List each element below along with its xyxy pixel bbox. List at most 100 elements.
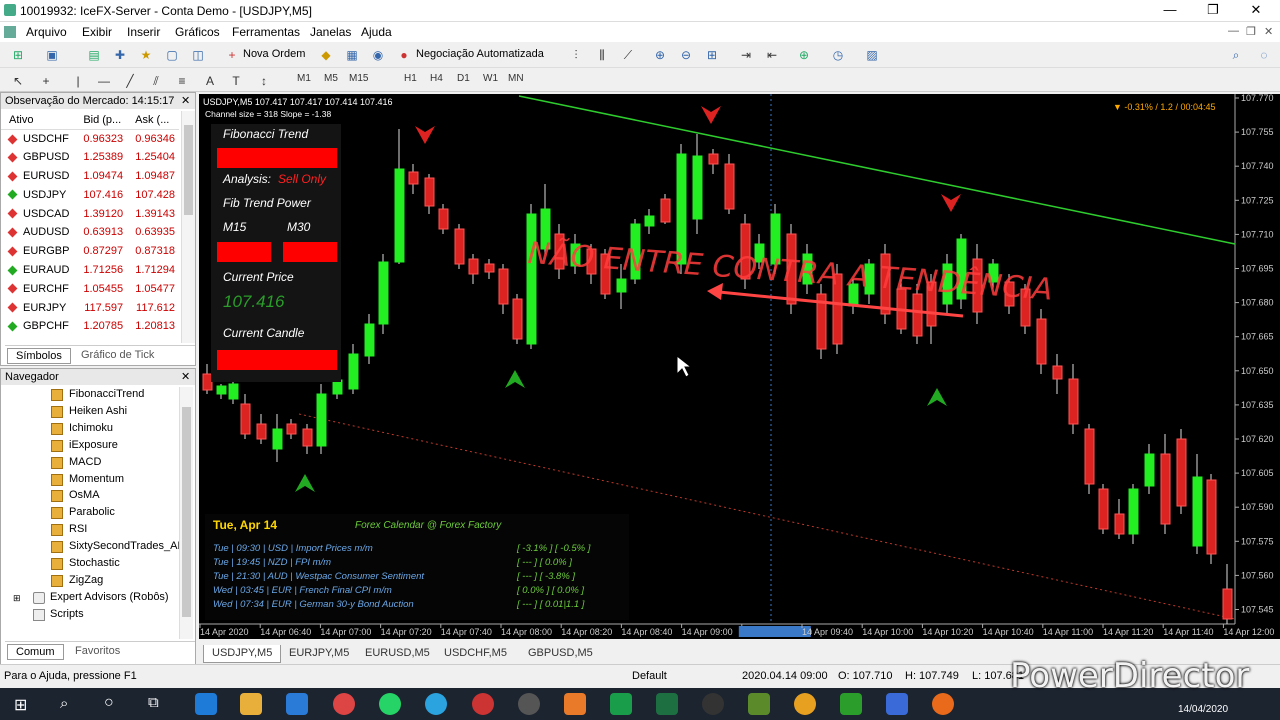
nav-indicator-item[interactable]: Stochastic (51, 557, 120, 574)
text-icon[interactable]: A (202, 73, 218, 89)
camtasia-icon[interactable] (610, 693, 632, 715)
tf-m15[interactable]: M15 (349, 73, 368, 84)
line-chart-icon[interactable]: ⟋ (620, 47, 636, 63)
chart-shift-icon[interactable]: ⇤ (764, 47, 780, 63)
cursor-icon[interactable]: ↖ (10, 73, 26, 89)
row-symbol[interactable]: EURJPY (1, 298, 75, 317)
market-watch-row[interactable]: AUDUSD 0.63913 0.63935 (1, 223, 179, 242)
app-icon-15[interactable] (840, 693, 862, 715)
nav-indicator-item[interactable]: Parabolic (51, 506, 115, 523)
navigator-icon[interactable]: ★ (138, 47, 154, 63)
templates-icon[interactable]: ▨ (864, 47, 880, 63)
chart-tab-eurjpy[interactable]: EURJPY,M5 (281, 645, 357, 663)
autoscroll-icon[interactable]: ⇥ (738, 47, 754, 63)
market-watch-row[interactable]: GBPUSD 1.25389 1.25404 (1, 148, 179, 167)
chart-tab-eurusd[interactable]: EURUSD,M5 (357, 645, 438, 663)
tf-mn[interactable]: MN (508, 73, 524, 84)
price-chart[interactable]: 107.770 107.755 107.740 107.725 107.710 107.6… (199, 94, 1280, 639)
data-window-icon[interactable]: ✚ (112, 47, 128, 63)
excel-icon[interactable] (656, 693, 678, 715)
new-order-icon[interactable]: + (224, 47, 240, 63)
row-symbol[interactable]: EURCHF (1, 279, 75, 298)
menu-ferramentas[interactable]: Ferramentas (232, 25, 300, 39)
channel-icon[interactable]: ⫽ (148, 73, 164, 89)
nav-scripts[interactable]: Scripts (50, 608, 84, 620)
market-watch-scrollbar[interactable] (181, 111, 195, 343)
menu-janelas[interactable]: Janelas (310, 25, 351, 39)
close-button[interactable]: ✕ (1236, 2, 1276, 18)
tf-m1[interactable]: M1 (297, 73, 311, 84)
col-ask[interactable]: Ask (... (127, 111, 179, 130)
market-watch-row[interactable]: EURCHF 1.05455 1.05477 (1, 279, 179, 298)
terminal-icon[interactable]: ▢ (164, 47, 180, 63)
vertical-line-icon[interactable]: | (70, 73, 86, 89)
nav-indicator-item[interactable]: SixtySecondTrades_AI (51, 540, 180, 557)
metatrader-icon[interactable] (886, 693, 908, 715)
close-icon[interactable]: ✕ (181, 94, 190, 107)
telegram-icon[interactable] (425, 693, 447, 715)
nav-indicator-item[interactable]: iExposure (51, 439, 118, 456)
row-symbol[interactable]: EURAUD (1, 261, 75, 280)
row-symbol[interactable]: GBPCHF (1, 317, 75, 336)
chart-tab-usdchf[interactable]: USDCHF,M5 (436, 645, 515, 663)
opera-icon[interactable] (472, 693, 494, 715)
nav-indicator-item[interactable]: ZigZag (51, 574, 103, 591)
navigator-scrollbar[interactable] (179, 387, 193, 639)
app-icon-17[interactable] (932, 693, 954, 715)
edge-icon[interactable] (195, 693, 217, 715)
obs-icon[interactable] (518, 693, 540, 715)
expand-icon[interactable]: ⊞ (13, 593, 21, 604)
app-icon-13[interactable] (748, 693, 770, 715)
market-watch-row[interactable]: EURUSD 1.09474 1.09487 (1, 167, 179, 186)
tester-icon[interactable]: ◫ (190, 47, 206, 63)
tf-d1[interactable]: D1 (457, 73, 470, 84)
menu-inserir[interactable]: Inserir (127, 25, 160, 39)
market-watch-icon[interactable]: ▤ (86, 47, 102, 63)
market-watch-row[interactable]: USDJPY 107.416 107.428 (1, 185, 179, 204)
close-icon[interactable]: ✕ (181, 370, 190, 383)
auto-trading-icon[interactable]: ● (396, 47, 412, 63)
tab-simbolos[interactable]: Símbolos (7, 348, 71, 364)
market-watch-row[interactable]: EURGBP 0.87297 0.87318 (1, 242, 179, 261)
trendline-icon[interactable]: ╱ (122, 73, 138, 89)
firefox-icon[interactable] (564, 693, 586, 715)
signals-icon[interactable]: ▦ (344, 47, 360, 63)
tf-m5[interactable]: M5 (324, 73, 338, 84)
nav-indicator-item[interactable]: Ichimoku (51, 422, 113, 439)
menu-exibir[interactable]: Exibir (82, 25, 112, 39)
mdi-minimize-icon[interactable]: — (1228, 25, 1239, 37)
tab-favoritos[interactable]: Favoritos (75, 645, 120, 657)
market-watch-row[interactable]: EURAUD 1.71256 1.71294 (1, 261, 179, 280)
search-icon[interactable]: ⌕ (60, 695, 68, 712)
indicators-icon[interactable]: ⊕ (796, 47, 812, 63)
app-icon-12[interactable] (702, 693, 724, 715)
whatsapp-icon[interactable] (379, 693, 401, 715)
arrows-icon[interactable]: ↕ (256, 73, 272, 89)
nav-expert-advisors[interactable]: Expert Advisors (Robôs) (50, 591, 169, 603)
nav-indicator-item[interactable]: FibonacciTrend (51, 388, 144, 405)
nav-indicator-item[interactable]: MACD (51, 456, 101, 473)
chat-icon[interactable]: ◌ (1256, 47, 1272, 63)
nav-indicator-item[interactable]: RSI (51, 523, 87, 540)
mdi-restore-icon[interactable]: ❐ (1246, 25, 1256, 38)
new-chart-icon[interactable]: ⊞ (10, 47, 26, 63)
tf-w1[interactable]: W1 (483, 73, 498, 84)
metaeditor-icon[interactable]: ◆ (318, 47, 334, 63)
row-symbol[interactable]: USDJPY (1, 185, 75, 204)
file-explorer-icon[interactable] (240, 693, 262, 715)
chart-tab-gbpusd[interactable]: GBPUSD,M5 (520, 645, 601, 663)
chart-tab-usdjpy[interactable]: USDJPY,M5 (203, 645, 282, 663)
nav-indicator-item[interactable]: Heiken Ashi (51, 405, 127, 422)
maximize-button[interactable]: ❐ (1193, 2, 1233, 18)
market-watch-row[interactable]: GBPCHF 1.20785 1.20813 (1, 317, 179, 336)
candlestick-icon[interactable]: ⫼ (594, 47, 610, 63)
market-watch-row[interactable]: EURJPY 117.597 117.612 (1, 298, 179, 317)
periods-icon[interactable]: ◷ (830, 47, 846, 63)
market-watch-row[interactable]: USDCHF 0.96323 0.96346 (1, 129, 179, 148)
minimize-button[interactable]: — (1150, 2, 1190, 17)
cortana-icon[interactable]: ○ (104, 694, 114, 712)
tab-comum[interactable]: Comum (7, 644, 64, 660)
menu-ajuda[interactable]: Ajuda (361, 25, 392, 39)
market-watch-row[interactable]: USDCAD 1.39120 1.39143 (1, 204, 179, 223)
app-icon-14[interactable] (794, 693, 816, 715)
